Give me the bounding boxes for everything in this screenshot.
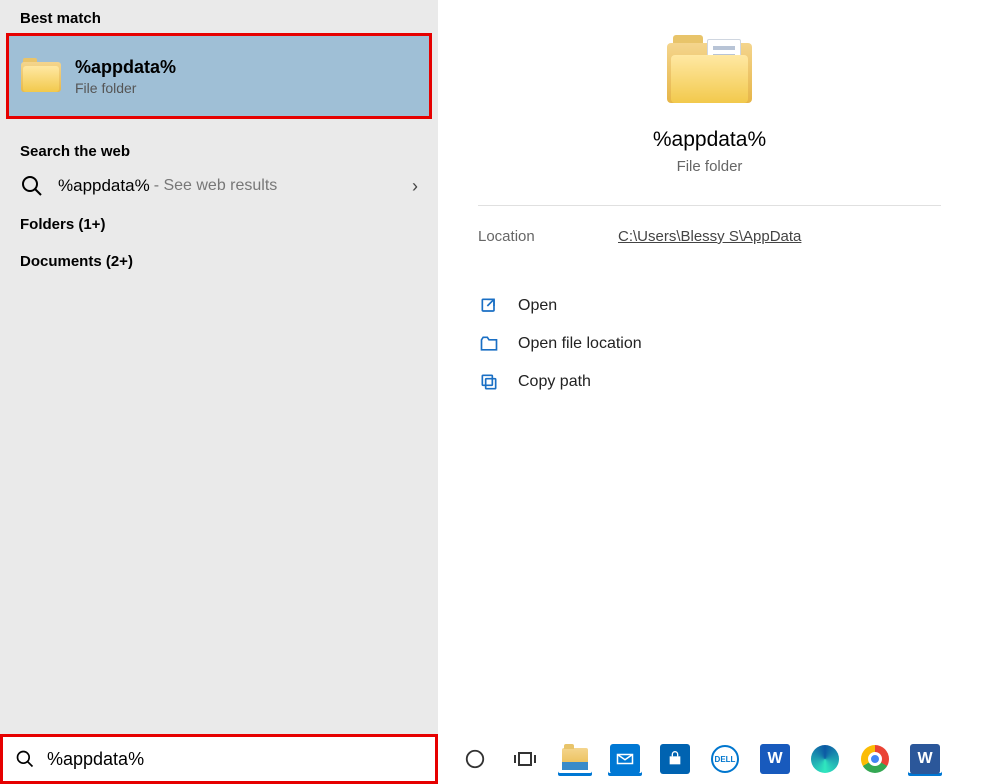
dell-button[interactable]: DELL bbox=[708, 742, 742, 776]
documents-category[interactable]: Documents (2+) bbox=[0, 243, 438, 280]
folder-icon bbox=[21, 56, 61, 96]
chevron-right-icon: › bbox=[412, 176, 418, 197]
best-match-result[interactable]: %appdata% File folder bbox=[9, 36, 429, 116]
best-match-subtitle: File folder bbox=[75, 80, 176, 96]
web-result-hint: - See web results bbox=[154, 177, 278, 195]
file-explorer-button[interactable] bbox=[558, 742, 592, 776]
search-input[interactable] bbox=[47, 749, 423, 770]
preview-title: %appdata% bbox=[653, 128, 766, 152]
web-result-row[interactable]: %appdata% - See web results › bbox=[0, 166, 438, 206]
preview-subtitle: File folder bbox=[677, 158, 743, 175]
preview-pane: %appdata% File folder Location C:\Users\… bbox=[438, 0, 981, 734]
copy-path-action[interactable]: Copy path bbox=[478, 371, 941, 393]
location-label: Location bbox=[478, 228, 618, 245]
chrome-button[interactable] bbox=[858, 742, 892, 776]
word-button[interactable]: W bbox=[908, 742, 942, 776]
copy-path-label: Copy path bbox=[518, 373, 591, 391]
store-button[interactable] bbox=[658, 742, 692, 776]
search-web-heading: Search the web bbox=[0, 133, 438, 166]
open-icon bbox=[478, 295, 500, 317]
open-location-icon bbox=[478, 333, 500, 355]
copy-icon bbox=[478, 371, 500, 393]
mail-button[interactable] bbox=[608, 742, 642, 776]
search-icon bbox=[20, 174, 44, 198]
location-path-link[interactable]: C:\Users\Blessy S\AppData bbox=[618, 228, 801, 245]
search-icon bbox=[15, 749, 35, 769]
open-file-location-action[interactable]: Open file location bbox=[478, 333, 941, 355]
task-view-button[interactable] bbox=[508, 742, 542, 776]
web-result-query: %appdata% bbox=[58, 176, 150, 196]
open-location-label: Open file location bbox=[518, 335, 642, 353]
search-results-pane: Best match %appdata% File folder Search … bbox=[0, 0, 438, 734]
folders-category[interactable]: Folders (1+) bbox=[0, 206, 438, 243]
folder-large-icon bbox=[667, 35, 752, 110]
taskbar-row: DELL W W bbox=[0, 734, 981, 784]
best-match-highlight: %appdata% File folder bbox=[6, 33, 432, 119]
cortana-button[interactable] bbox=[458, 742, 492, 776]
best-match-title: %appdata% bbox=[75, 57, 176, 78]
word-online-button[interactable]: W bbox=[758, 742, 792, 776]
open-label: Open bbox=[518, 297, 557, 315]
open-action[interactable]: Open bbox=[478, 295, 941, 317]
search-box-highlight bbox=[0, 734, 438, 784]
edge-button[interactable] bbox=[808, 742, 842, 776]
best-match-heading: Best match bbox=[0, 0, 438, 33]
